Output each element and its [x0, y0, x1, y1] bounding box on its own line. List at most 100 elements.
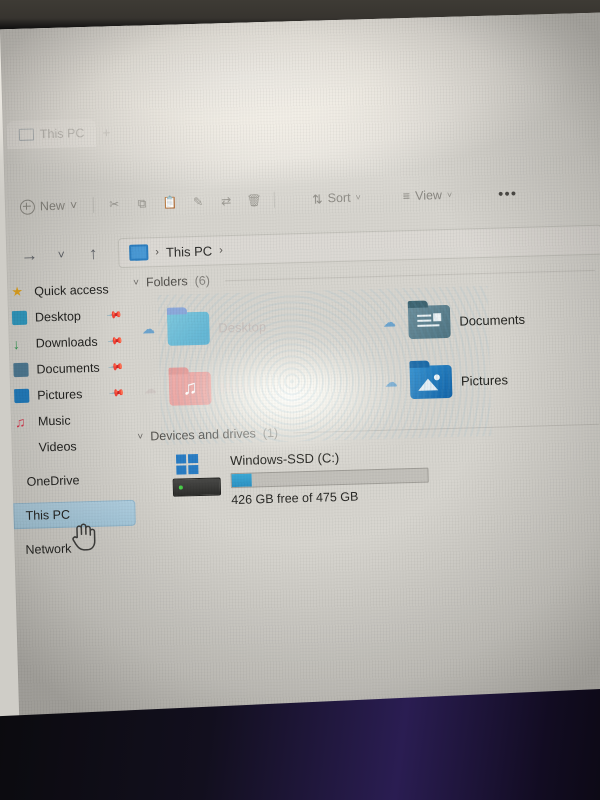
view-layout-icon: ≡	[402, 189, 411, 204]
drive-name: Windows-SSD (C:)	[229, 450, 340, 469]
sidebar-item-documents[interactable]: Documents 📌	[9, 354, 132, 383]
folder-item-pictures[interactable]: ☁ Pictures	[372, 346, 600, 413]
monitor-icon	[18, 128, 35, 141]
sidebar-item-videos[interactable]: Videos	[11, 432, 134, 461]
desktop-folder-icon	[166, 306, 210, 346]
drive-free-space: 426 GB free of 475 GB	[231, 489, 359, 508]
new-button-label: New	[39, 198, 66, 214]
cloud-icon	[12, 475, 27, 489]
breadcrumb-sep-2[interactable]: ›	[219, 244, 223, 256]
folder-name: Desktop	[218, 318, 267, 335]
folder-item-desktop[interactable]: ☁ Desktop	[130, 293, 373, 360]
group-divider	[293, 423, 600, 433]
recent-locations-button[interactable]: ˅	[46, 240, 77, 269]
forward-button[interactable]: →	[14, 241, 45, 270]
delete-icon[interactable]: 🗑	[241, 187, 268, 214]
sidebar-item-label: Quick access	[34, 282, 109, 299]
desktop-folder-icon	[11, 310, 28, 326]
view-label: View	[414, 188, 443, 203]
pin-icon[interactable]: 📌	[107, 359, 124, 375]
this-pc-monitor-icon	[129, 244, 149, 261]
new-button[interactable]: New ˅	[11, 192, 87, 220]
windows-logo-icon	[175, 454, 199, 475]
sidebar-item-label: Desktop	[34, 309, 82, 325]
image-mountain-glyph	[410, 364, 453, 398]
folder-grid: ☁ Desktop ☁ Documents ☁ ♫ Music ☁ Pictur…	[130, 286, 600, 419]
tab-this-pc[interactable]: This PC	[6, 118, 97, 150]
sidebar-item-label: Downloads	[35, 334, 98, 351]
plus-circle-icon	[19, 198, 36, 215]
chevron-down-icon: ˅	[446, 189, 453, 200]
laptop-screen: This PC + New ˅ ✂ ⧉ 📋 ✎ ⇄ 🗑 ⇅ Sort ˅ ≡ V…	[0, 11, 600, 730]
rename-icon[interactable]: ✎	[185, 189, 212, 216]
downloads-icon: ↓	[12, 335, 21, 353]
overflow-menu-button[interactable]: •••	[490, 180, 526, 207]
folder-name: Documents	[459, 311, 526, 329]
cloud-status-icon: ☁	[384, 374, 398, 390]
sidebar-item-desktop[interactable]: Desktop 📌	[8, 302, 131, 331]
tab-label: This PC	[39, 126, 85, 142]
document-lines-glyph	[408, 304, 451, 338]
sidebar-item-label: Pictures	[37, 387, 83, 403]
share-icon[interactable]: ⇄	[213, 188, 240, 215]
toolbar-divider-2	[273, 191, 276, 208]
cloud-status-icon: ☁	[143, 381, 157, 397]
pictures-folder-icon	[14, 388, 30, 404]
paste-icon[interactable]: 📋	[157, 189, 184, 216]
devices-group-header[interactable]: ˅ Devices and drives (1)	[137, 416, 600, 443]
network-icon	[14, 543, 29, 557]
folder-name: Pictures	[460, 371, 509, 389]
sidebar-item-label: This PC	[25, 507, 71, 523]
sort-button[interactable]: ⇅ Sort ˅	[304, 184, 369, 212]
chevron-down-icon: ˅	[132, 277, 140, 289]
laptop-screen-photo: This PC + New ˅ ✂ ⧉ 📋 ✎ ⇄ 🗑 ⇅ Sort ˅ ≡ V…	[0, 0, 600, 800]
command-bar: New ˅ ✂ ⧉ 📋 ✎ ⇄ 🗑 ⇅ Sort ˅ ≡ View ˅ •••	[4, 172, 600, 225]
drive-capacity-bar	[230, 467, 429, 489]
up-button[interactable]: ↑	[78, 239, 109, 268]
hand-pointer-cursor	[70, 521, 97, 552]
view-button[interactable]: ≡ View ˅	[394, 182, 460, 210]
sidebar-item-music[interactable]: ♫ Music	[11, 406, 134, 435]
devices-group-label: Devices and drives	[150, 426, 257, 444]
sidebar-item-label: Music	[37, 413, 71, 429]
pin-icon[interactable]: 📌	[108, 385, 125, 401]
sidebar-item-onedrive[interactable]: OneDrive	[12, 466, 135, 495]
toolbar-divider	[93, 196, 95, 213]
chevron-down-icon: ˅	[69, 198, 78, 213]
drive-item-windows-ssd[interactable]: Windows-SSD (C:) 426 GB free of 475 GB	[134, 442, 600, 509]
folders-group-label: Folders	[145, 274, 188, 290]
documents-folder-icon	[13, 362, 29, 378]
file-explorer-window: This PC + New ˅ ✂ ⧉ 📋 ✎ ⇄ 🗑 ⇅ Sort ˅ ≡ V…	[0, 12, 600, 730]
content-pane: ˅ Folders (6) ☁ Desktop ☁ Documents ☁ ♫ …	[129, 262, 600, 725]
sidebar-item-quick-access[interactable]: ★ Quick access	[7, 276, 130, 305]
tab-strip: This PC +	[2, 100, 600, 153]
copy-icon[interactable]: ⧉	[129, 190, 156, 217]
videos-icon	[15, 441, 30, 455]
documents-folder-icon	[407, 300, 451, 339]
pin-icon[interactable]: 📌	[106, 333, 123, 349]
music-note-glyph: ♫	[182, 376, 198, 399]
star-icon: ★	[11, 283, 24, 300]
sort-label: Sort	[327, 190, 351, 206]
this-pc-icon	[13, 509, 28, 523]
sidebar-item-downloads[interactable]: ↓ Downloads 📌	[8, 328, 131, 357]
cloud-status-icon: ☁	[382, 314, 397, 330]
pin-icon[interactable]: 📌	[105, 307, 122, 323]
sidebar-item-label: Videos	[38, 439, 77, 455]
breadcrumb-this-pc[interactable]: This PC	[166, 243, 213, 259]
sidebar-item-label: Network	[25, 541, 72, 557]
folder-item-music[interactable]: ☁ ♫ Music	[131, 353, 374, 420]
sidebar-item-label: Documents	[36, 360, 100, 377]
breadcrumb[interactable]: › This PC ›	[117, 224, 600, 269]
cut-icon[interactable]: ✂	[101, 191, 128, 218]
ssd-drive-icon	[172, 453, 222, 500]
group-divider	[224, 269, 595, 281]
folder-item-documents[interactable]: ☁ Documents	[371, 286, 600, 353]
breadcrumb-sep-1: ›	[155, 246, 160, 259]
chevron-down-icon: ˅	[137, 431, 144, 443]
sidebar-item-label: OneDrive	[26, 473, 80, 489]
new-tab-button[interactable]: +	[102, 124, 111, 140]
devices-group-count: (1)	[262, 425, 279, 441]
ellipsis-icon: •••	[497, 185, 518, 202]
sidebar-item-pictures[interactable]: Pictures 📌	[10, 380, 133, 409]
